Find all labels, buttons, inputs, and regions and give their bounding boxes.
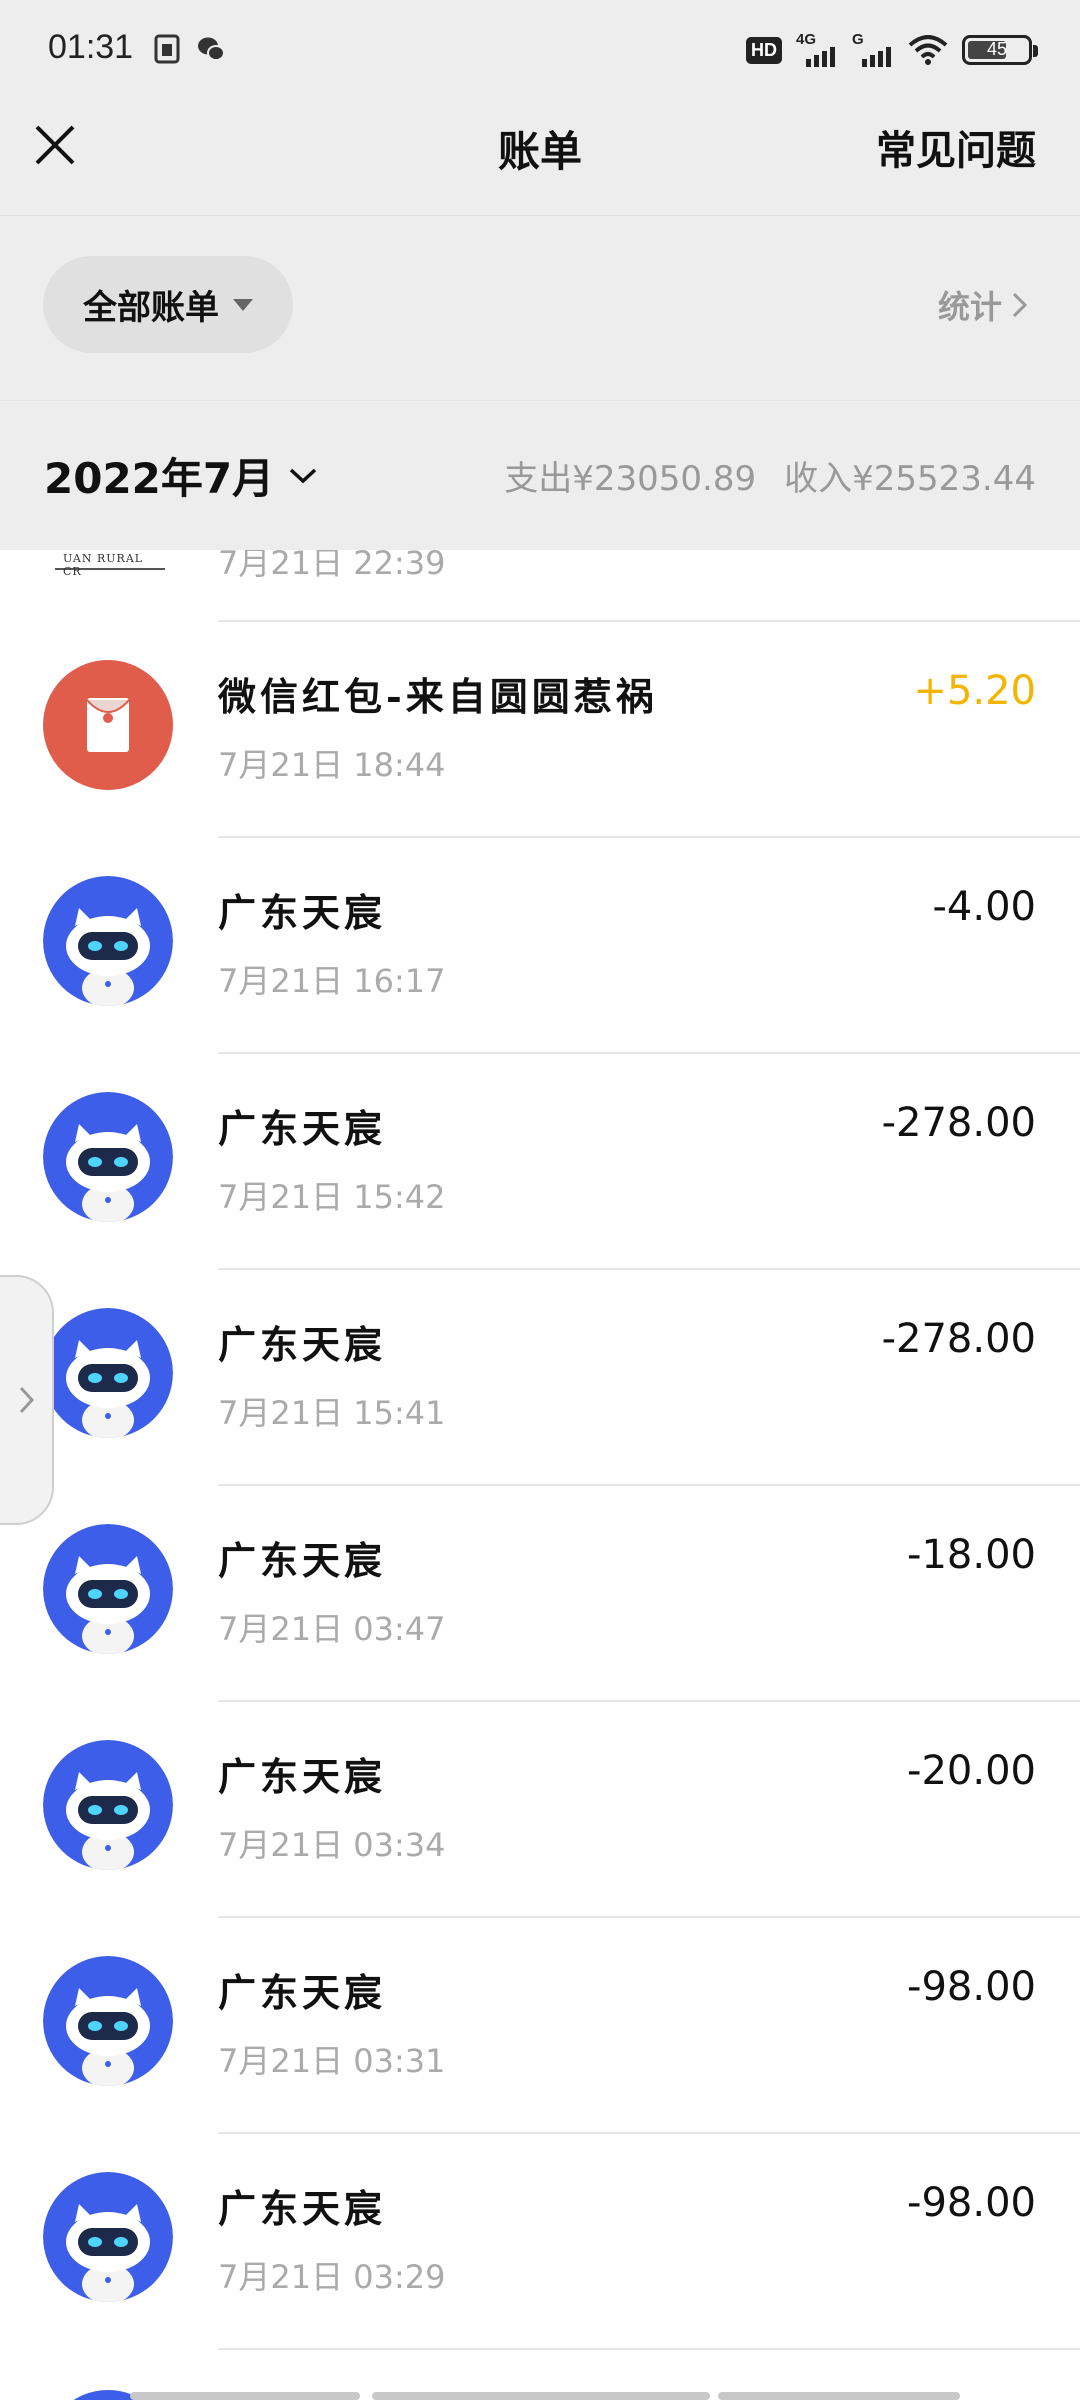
bottom-peek: [0, 2380, 1080, 2400]
month-totals: 支出¥23050.89 收入¥25523.44: [504, 451, 1036, 500]
chevron-right-icon: [19, 1386, 35, 1414]
transaction-name: 广东天宸: [218, 1754, 387, 1799]
transaction-row[interactable]: 广东天宸 7月21日 03:47 -18.00: [0, 1486, 1080, 1702]
battery-level: 45: [986, 39, 1008, 59]
transaction-time: 7月21日 16:17: [218, 962, 446, 1000]
transaction-time: 7月21日 03:29: [218, 2258, 446, 2296]
transaction-name: 广东天宸: [218, 2186, 387, 2231]
transaction-name: 广东天宸: [218, 1106, 387, 1151]
month-label: 2022年7月: [44, 454, 275, 503]
stats-label: 统计: [937, 288, 1002, 326]
robot-avatar-icon: [43, 1956, 173, 2086]
status-indicators: HD 4G G 45: [746, 30, 1038, 70]
battery-icon: 45: [962, 35, 1038, 65]
chevron-down-icon: [289, 468, 317, 483]
chevron-right-icon: [1012, 292, 1028, 318]
filter-bar: 全部账单 统计: [0, 215, 1080, 400]
income-total: 收入¥25523.44: [784, 459, 1036, 499]
wechat-icon: [198, 37, 225, 61]
transaction-time: 7月21日 03:31: [218, 2042, 446, 2080]
transaction-row[interactable]: 广东天宸 7月21日 15:42 -278.00: [0, 1054, 1080, 1270]
robot-avatar-icon: [43, 876, 173, 1006]
transaction-name: 广东天宸: [218, 1322, 387, 1367]
transaction-amount: -18.00: [907, 1532, 1036, 1578]
robot-avatar-icon: [43, 1092, 173, 1222]
bill-filter-dropdown[interactable]: 全部账单: [43, 256, 293, 353]
list-item-partial[interactable]: UAN RURAL CR 7月21日 22:39: [0, 550, 1080, 620]
close-button[interactable]: [30, 120, 80, 170]
transaction-row[interactable]: 广东天宸 7月21日 15:41 -278.00: [0, 1270, 1080, 1486]
transaction-row[interactable]: 广东天宸 7月21日 03:31 -98.00: [0, 1918, 1080, 2134]
transaction-amount: -20.00: [907, 1748, 1036, 1794]
transaction-row[interactable]: 广东天宸 7月21日 16:17 -4.00: [0, 838, 1080, 1054]
robot-avatar-icon: [43, 1308, 173, 1438]
status-time: 01:31: [48, 28, 134, 66]
signal-g-label: G: [852, 31, 864, 48]
side-drawer-handle[interactable]: [0, 1275, 54, 1525]
stats-link[interactable]: 统计: [938, 282, 1030, 328]
month-summary: 2022年7月 支出¥23050.89 收入¥25523.44: [0, 400, 1080, 550]
bank-logo-text: UAN RURAL CR: [63, 552, 144, 578]
signal-g-icon: G: [852, 31, 894, 67]
transaction-row[interactable]: 微信红包-来自圆圆惹祸 7月21日 18:44 +5.20: [0, 622, 1080, 838]
robot-avatar-icon: [43, 1524, 173, 1654]
transaction-time: 7月21日 15:42: [218, 1178, 446, 1216]
filter-label: 全部账单: [83, 288, 219, 328]
red-packet-icon: [43, 660, 173, 790]
transaction-time: 7月21日 22:39: [218, 550, 446, 582]
transaction-row[interactable]: 广东天宸 7月21日 03:34 -20.00: [0, 1702, 1080, 1918]
transaction-name: 广东天宸: [218, 1970, 387, 2015]
transaction-list[interactable]: UAN RURAL CR 7月21日 22:39 微信红包-来自圆圆惹祸 7月2…: [0, 550, 1080, 2400]
transaction-amount: -98.00: [907, 1964, 1036, 2010]
expense-total: 支出¥23050.89: [504, 459, 757, 499]
signal-4g-icon: 4G: [796, 31, 838, 67]
transaction-time: 7月21日 18:44: [218, 746, 446, 784]
transaction-row[interactable]: 广东天宸 7月21日 03:29 -98.00: [0, 2134, 1080, 2350]
faq-link[interactable]: 常见问题: [876, 118, 1036, 176]
transaction-amount: -278.00: [881, 1100, 1036, 1146]
nav-indicator: [372, 2392, 710, 2400]
transaction-amount: -98.00: [907, 2180, 1036, 2226]
month-picker[interactable]: 2022年7月: [44, 445, 318, 506]
signal-4g-label: 4G: [796, 31, 817, 48]
transaction-time: 7月21日 03:47: [218, 1610, 446, 1648]
transaction-amount: -278.00: [881, 1316, 1036, 1362]
nav-indicator: [718, 2392, 960, 2400]
transaction-amount: +5.20: [913, 668, 1036, 714]
nav-indicator: [130, 2392, 360, 2400]
transaction-name: 微信红包-来自圆圆惹祸: [218, 674, 658, 719]
transaction-time: 7月21日 03:34: [218, 1826, 446, 1864]
bank-logo-icon: UAN RURAL CR: [55, 550, 165, 578]
status-bar: 01:31 HD 4G G 45: [0, 0, 1080, 100]
divider: [218, 2348, 1080, 2350]
transaction-name: 广东天宸: [218, 1538, 387, 1583]
transaction-name: 广东天宸: [218, 890, 387, 935]
transaction-amount: -4.00: [932, 884, 1037, 930]
wifi-icon: [908, 35, 948, 65]
nav-bar: 账单 常见问题: [0, 100, 1080, 215]
robot-avatar-icon: [43, 2172, 173, 2302]
hd-badge: HD: [746, 36, 782, 64]
transaction-time: 7月21日 15:41: [218, 1394, 446, 1432]
robot-avatar-icon: [43, 1740, 173, 1870]
sim-icon: [154, 34, 180, 64]
caret-down-icon: [233, 298, 253, 311]
